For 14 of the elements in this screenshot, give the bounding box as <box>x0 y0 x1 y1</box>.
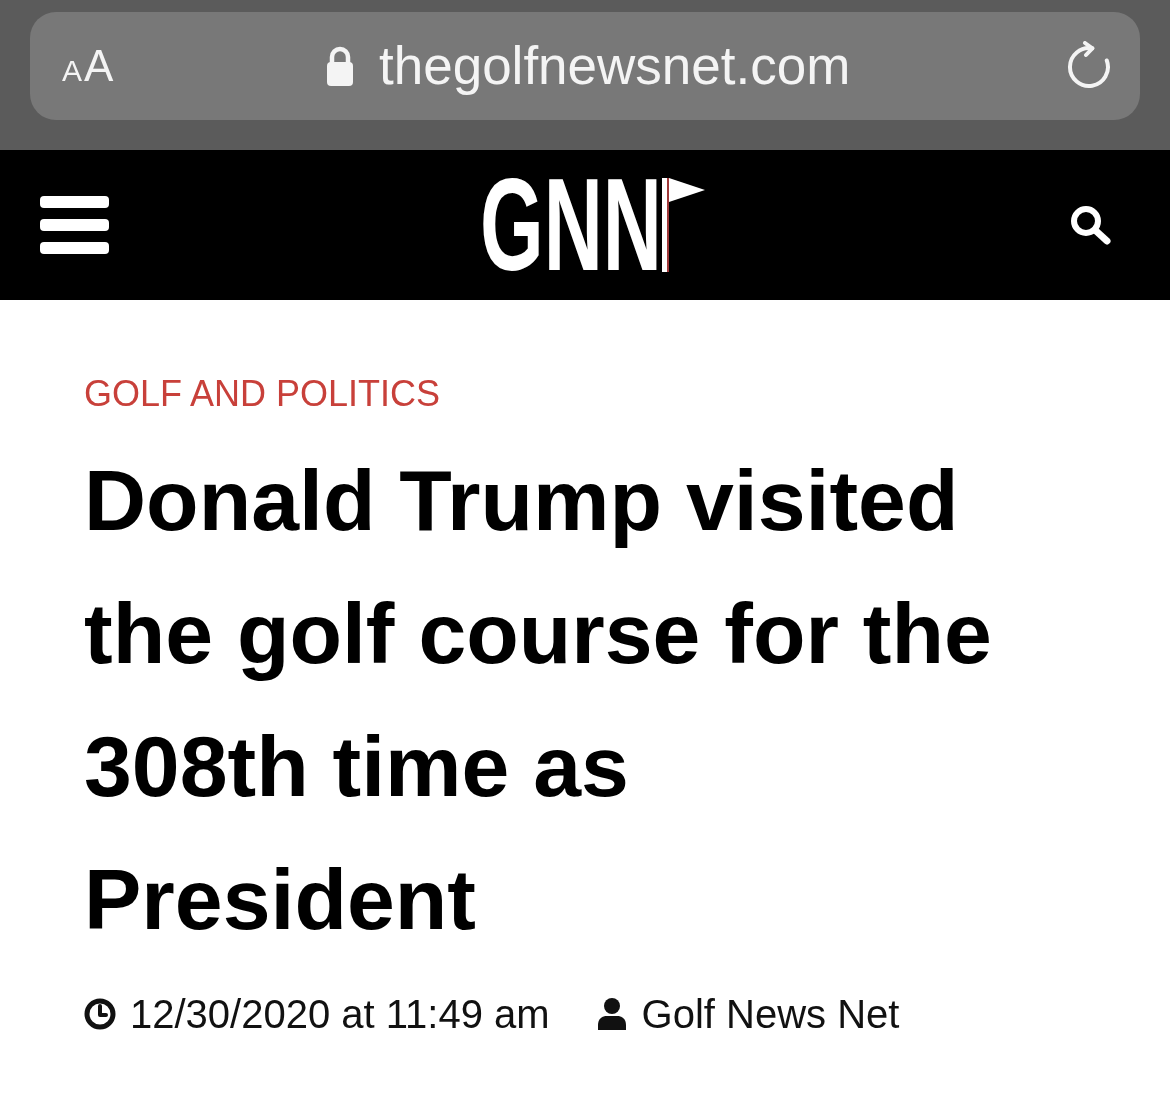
menu-button[interactable] <box>40 196 109 254</box>
flag-icon <box>662 176 706 272</box>
reader-button[interactable]: AA <box>62 44 116 88</box>
publish-date: 12/30/2020 at 11:49 am <box>130 991 550 1038</box>
clock-icon <box>84 998 116 1030</box>
category-link[interactable]: GOLF AND POLITICS <box>84 372 441 415</box>
site-logo[interactable]: GNN <box>479 176 706 274</box>
user-icon <box>595 998 628 1030</box>
search-button[interactable] <box>1070 205 1112 245</box>
address-bar[interactable]: AA thegolfnewsnet.com <box>30 12 1140 120</box>
reload-button[interactable] <box>1066 41 1112 91</box>
author-link[interactable]: Golf News Net <box>641 990 900 1038</box>
url-text: thegolfnewsnet.com <box>379 36 851 96</box>
article-headline: Donald Trump visited the golf course for the 308th time as President <box>84 451 993 949</box>
